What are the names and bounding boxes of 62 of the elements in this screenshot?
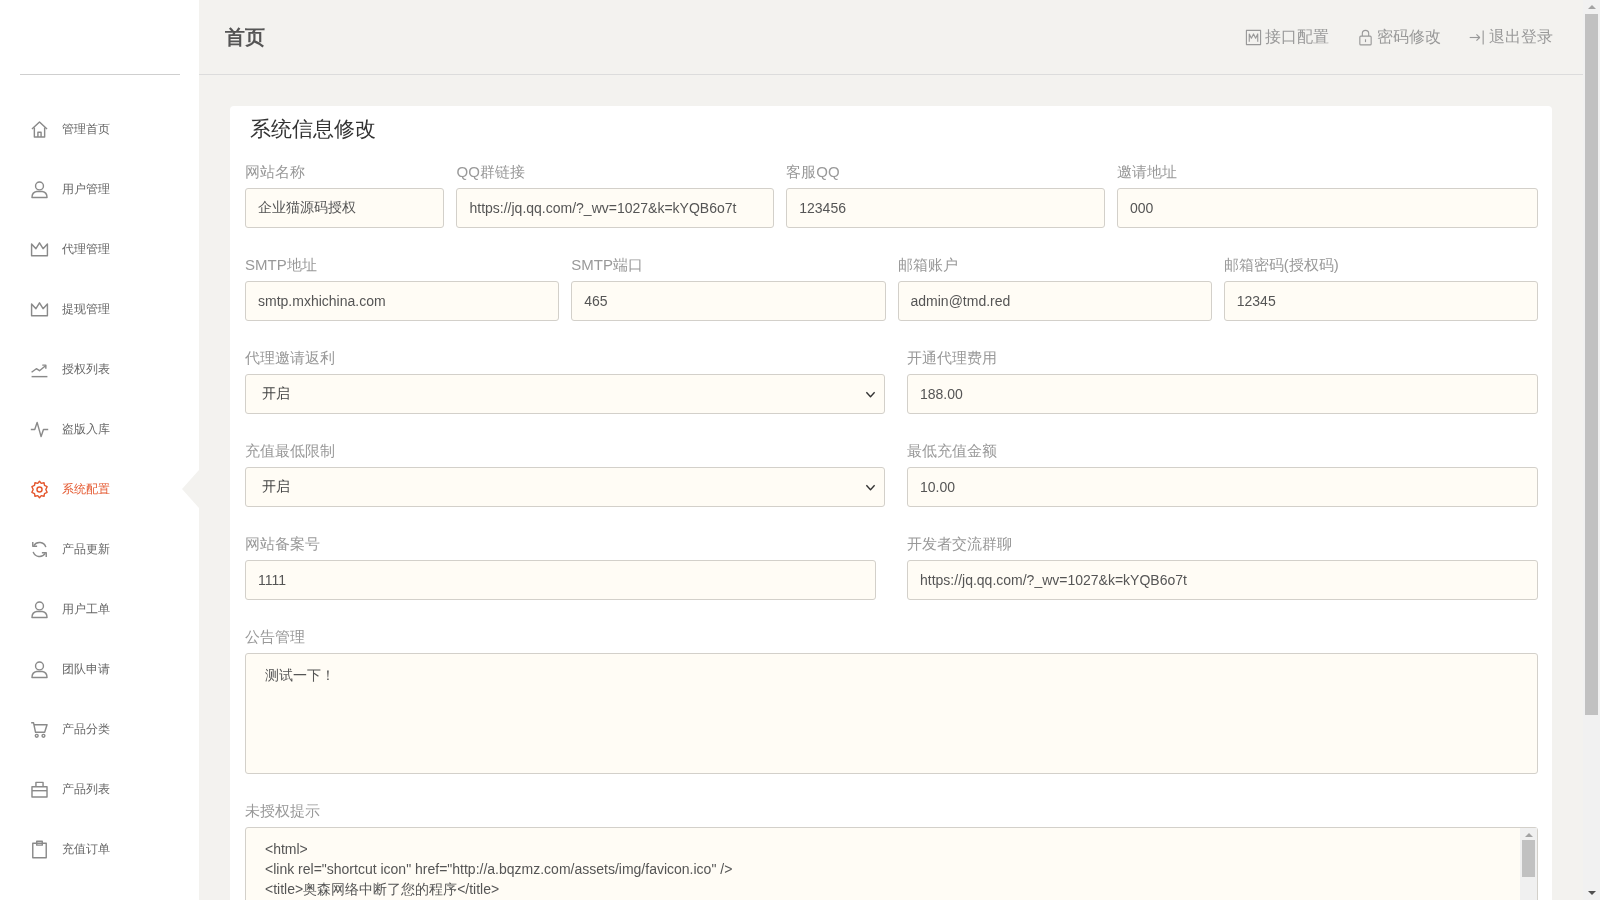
logout-icon xyxy=(1469,28,1486,46)
input-field[interactable]: smtp.mxhichina.com xyxy=(245,281,560,321)
user-icon xyxy=(30,659,49,679)
sidebar-menu-item[interactable]: 产品分类 xyxy=(0,699,199,759)
cart-icon xyxy=(30,719,49,739)
field-label: 网站备案号 xyxy=(245,534,321,554)
field-label: 邀请地址 xyxy=(1117,162,1178,182)
user-icon xyxy=(30,179,49,199)
framed-chart-icon xyxy=(1245,28,1262,46)
input-field[interactable]: 1111 xyxy=(245,560,876,600)
field-label: 邮箱账户 xyxy=(897,255,959,275)
sidebar-menu-item[interactable]: 代理管理 xyxy=(0,219,199,279)
sidebar-menu-item[interactable]: 提现管理 xyxy=(0,279,199,339)
field-label: 开通代理费用 xyxy=(907,348,998,368)
field-label: 最低充值金额 xyxy=(907,441,998,461)
input-field[interactable]: https://jq.qq.com/?_wv=1027&k=kYQB6o7t xyxy=(456,188,775,228)
field-label: 代理邀请返利 xyxy=(245,348,336,368)
form-title: 系统信息修改 xyxy=(249,116,377,142)
input-field[interactable]: 12345 xyxy=(1223,281,1538,321)
field-label: 公告管理 xyxy=(245,627,306,647)
sidebar-menu-item[interactable]: 系统配置 xyxy=(0,459,199,519)
crown-icon xyxy=(30,239,49,259)
clipboard-icon xyxy=(30,839,49,859)
sidebar-menu-item[interactable]: 用户管理 xyxy=(0,159,199,219)
sidebar-menu-item[interactable]: 授权列表 xyxy=(0,339,199,399)
field-label: QQ群链接 xyxy=(456,162,526,182)
lock-icon xyxy=(1357,28,1374,46)
sidebar-menu-item[interactable]: 产品更新 xyxy=(0,519,199,579)
input-field[interactable]: 188.00 xyxy=(907,374,1538,414)
sidebar-menu-item[interactable]: 盗版入库 xyxy=(0,399,199,459)
refresh-icon xyxy=(30,539,49,559)
select-field[interactable]: 开启 xyxy=(245,467,885,507)
field-label: 开发者交流群聊 xyxy=(907,534,1013,554)
field-label: 网站名称 xyxy=(245,162,306,182)
crown-icon xyxy=(30,299,49,319)
select-field[interactable]: 开启 xyxy=(245,374,885,414)
input-field[interactable]: 10.00 xyxy=(907,467,1538,507)
textarea-field[interactable]: <html> <link rel="shortcut icon" href="http://a.bqzmz.com/assets/img/favicon.ico" /> <title>奥森网络中断了您的程序</title> xyxy=(245,827,1538,900)
input-field[interactable]: 123456 xyxy=(786,188,1105,228)
user-icon xyxy=(30,599,49,619)
field-label: 客服QQ xyxy=(786,162,841,182)
field-label: 邮箱密码(授权码) xyxy=(1223,255,1340,275)
field-label: SMTP端口 xyxy=(571,255,644,275)
sidebar-menu-item[interactable]: 团队申请 xyxy=(0,639,199,699)
sidebar-menu-item[interactable]: 充值订单 xyxy=(0,819,199,879)
input-field[interactable]: 465 xyxy=(571,281,886,321)
field-label: 未授权提示 xyxy=(245,801,321,821)
page-title: 首页 xyxy=(225,24,265,50)
input-field[interactable]: 000 xyxy=(1117,188,1538,228)
input-field[interactable]: admin@tmd.red xyxy=(897,281,1212,321)
field-label: 充值最低限制 xyxy=(245,441,336,461)
field-label: SMTP地址 xyxy=(245,255,318,275)
sidebar-menu-item[interactable]: 产品列表 xyxy=(0,759,199,819)
textarea-field[interactable]: 测试一下！ xyxy=(245,653,1538,774)
home-icon xyxy=(30,119,49,139)
input-field[interactable]: https://jq.qq.com/?_wv=1027&k=kYQB6o7t xyxy=(907,560,1538,600)
pulse-icon xyxy=(30,419,49,439)
input-field[interactable]: 企业猫源码授权 xyxy=(245,188,445,228)
sidebar-menu-item[interactable]: 用户工单 xyxy=(0,579,199,639)
briefcase-icon xyxy=(30,779,49,799)
gear-icon xyxy=(30,479,49,499)
sidebar-menu-item[interactable]: 管理首页 xyxy=(0,99,199,159)
